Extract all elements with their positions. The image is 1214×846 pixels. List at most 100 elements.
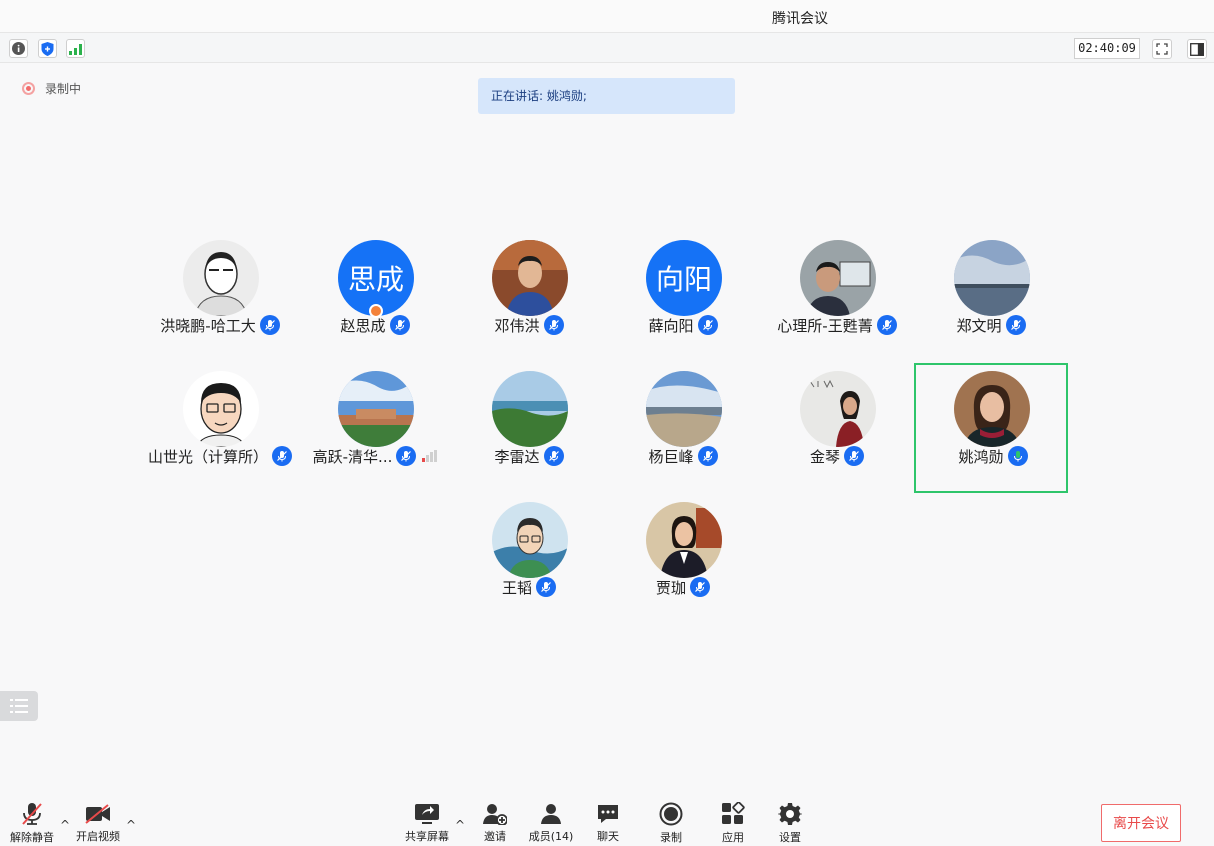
start-video-label: 开启视频 xyxy=(76,830,120,843)
microphone-icon xyxy=(844,446,864,466)
network-signal-icon xyxy=(422,450,438,462)
avatar: 向阳 xyxy=(646,240,722,316)
video-off-icon xyxy=(85,802,111,825)
meeting-timer: 02:40:09 xyxy=(1074,38,1140,59)
microphone-icon xyxy=(697,446,718,466)
sidebar-toggle-icon[interactable] xyxy=(1187,39,1207,59)
microphone-icon xyxy=(543,315,564,335)
apps-grid-icon xyxy=(720,802,746,826)
video-options-caret-icon[interactable]: ^ xyxy=(126,818,136,832)
avatar xyxy=(338,371,414,447)
participant-name: 金琴 xyxy=(809,447,840,466)
chat-bubble-icon xyxy=(595,802,621,825)
window-title: 腾讯会议 xyxy=(772,11,828,27)
chat-label: 聊天 xyxy=(597,830,619,843)
avatar xyxy=(183,371,259,447)
microphone-icon xyxy=(272,446,292,466)
participant-name: 邓伟洪 xyxy=(494,316,540,335)
start-video-button[interactable]: 开启视频 xyxy=(72,802,124,844)
microphone-icon xyxy=(697,315,718,335)
participant-tile[interactable]: 心理所-王甦菁 xyxy=(760,232,914,362)
participant-name: 杨巨峰 xyxy=(648,447,694,466)
microphone-icon xyxy=(396,446,417,466)
share-screen-icon xyxy=(414,802,440,825)
participant-tile[interactable]: 邓伟洪 xyxy=(452,232,606,362)
avatar xyxy=(183,240,259,316)
avatar xyxy=(492,371,568,447)
participant-tile[interactable]: 山世光（计算所） xyxy=(143,363,297,493)
invite-label: 邀请 xyxy=(484,830,506,843)
recording-dot-icon xyxy=(22,81,35,95)
active-speaker-tile[interactable]: 姚鸿勋 xyxy=(914,363,1068,493)
members-label: 成员(14) xyxy=(528,830,574,843)
participant-tile[interactable]: 金琴 xyxy=(760,363,914,493)
leave-meeting-button[interactable]: 离开会议 xyxy=(1101,804,1181,842)
participant-name: 郑文明 xyxy=(956,316,1002,335)
share-screen-label: 共享屏幕 xyxy=(405,830,449,843)
participant-name: 高跃-清华... xyxy=(312,447,393,466)
participant-name: 赵思成 xyxy=(340,316,386,335)
microphone-icon xyxy=(389,315,410,335)
microphone-muted-icon xyxy=(19,802,45,826)
participant-tile[interactable]: 洪晓鹏-哈工大 xyxy=(143,232,297,362)
participant-tile[interactable]: 贾珈 xyxy=(606,494,760,624)
members-icon xyxy=(538,802,564,825)
record-button[interactable]: 录制 xyxy=(645,802,697,844)
unmute-label: 解除静音 xyxy=(10,831,54,844)
avatar xyxy=(646,371,722,447)
record-icon xyxy=(658,802,684,826)
microphone-icon xyxy=(876,315,897,335)
microphone-active-icon xyxy=(1007,446,1028,466)
invite-button[interactable]: 邀请 xyxy=(469,802,521,844)
participant-name: 洪晓鹏-哈工大 xyxy=(160,316,256,335)
recording-label: 录制中 xyxy=(45,81,82,96)
participant-name: 山世光（计算所） xyxy=(147,447,268,466)
avatar xyxy=(800,240,876,316)
shield-icon[interactable] xyxy=(38,39,57,58)
unmute-button[interactable]: 解除静音 xyxy=(6,802,58,844)
audio-options-caret-icon[interactable]: ^ xyxy=(60,818,70,832)
invite-user-icon xyxy=(482,802,508,825)
members-button[interactable]: 成员(14) xyxy=(525,802,577,844)
top-toolbar: 02:40:09 xyxy=(0,32,1214,63)
participant-tile[interactable]: 向阳 薛向阳 xyxy=(606,232,760,362)
recording-indicator: 录制中 xyxy=(22,80,81,96)
info-icon[interactable] xyxy=(9,39,28,58)
layout-list-button[interactable] xyxy=(0,691,38,721)
participant-name: 姚鸿勋 xyxy=(958,447,1004,466)
participant-name: 薛向阳 xyxy=(648,316,694,335)
microphone-icon xyxy=(1005,315,1026,335)
fullscreen-icon[interactable] xyxy=(1152,39,1172,59)
avatar xyxy=(492,502,568,578)
title-bar: 腾讯会议 xyxy=(0,0,1214,32)
participant-name: 贾珈 xyxy=(655,578,686,597)
apps-label: 应用 xyxy=(722,831,744,844)
participant-tile[interactable]: 王韬 xyxy=(452,494,606,624)
avatar xyxy=(954,371,1030,447)
avatar xyxy=(492,240,568,316)
participant-name: 心理所-王甦菁 xyxy=(777,316,873,335)
avatar xyxy=(800,371,876,447)
share-options-caret-icon[interactable]: ^ xyxy=(455,818,465,832)
participant-name: 李雷达 xyxy=(494,447,540,466)
participant-tile[interactable]: 李雷达 xyxy=(452,363,606,493)
gear-icon xyxy=(777,802,803,826)
settings-label: 设置 xyxy=(779,831,801,844)
avatar xyxy=(954,240,1030,316)
apps-button[interactable]: 应用 xyxy=(707,802,759,844)
signal-bars-icon[interactable] xyxy=(66,39,85,58)
record-label: 录制 xyxy=(660,831,682,844)
participant-tile[interactable]: 郑文明 xyxy=(914,232,1068,362)
participant-tile[interactable]: 高跃-清华... xyxy=(298,363,452,493)
microphone-icon xyxy=(543,446,564,466)
chat-button[interactable]: 聊天 xyxy=(582,802,634,844)
microphone-icon xyxy=(259,315,280,335)
microphone-icon xyxy=(536,577,556,597)
participant-tile[interactable]: 杨巨峰 xyxy=(606,363,760,493)
share-screen-button[interactable]: 共享屏幕 xyxy=(401,802,453,844)
speaking-banner: 正在讲话: 姚鸿勋; xyxy=(478,78,735,114)
settings-button[interactable]: 设置 xyxy=(764,802,816,844)
avatar xyxy=(646,502,722,578)
bottom-control-bar: 解除静音 ^ 开启视频 ^ 共享屏幕 ^ 邀请 成员(14) 聊天 录制 应用 … xyxy=(0,790,1214,846)
participant-tile[interactable]: 思成 赵思成 xyxy=(298,232,452,362)
